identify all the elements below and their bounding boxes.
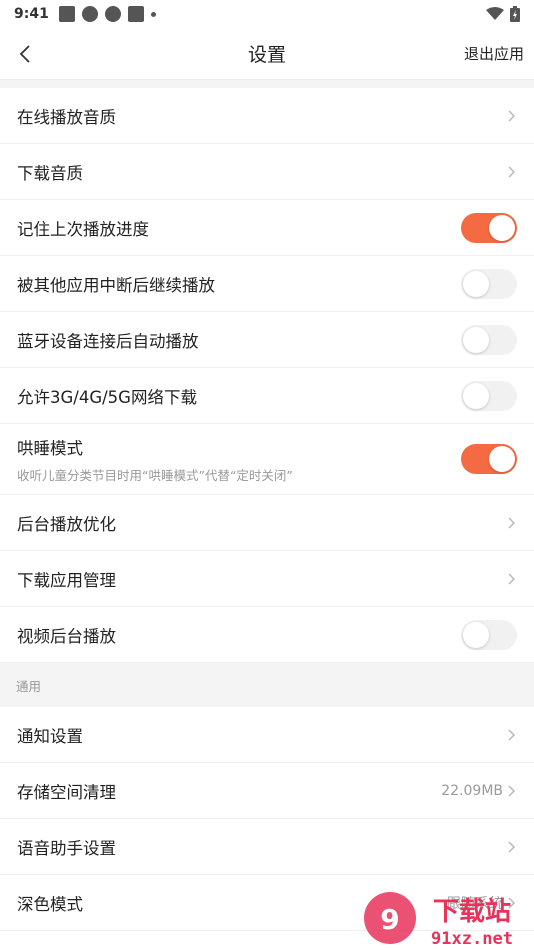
setting-row[interactable]: 记住上次播放进度 [0,200,534,256]
chevron-right-icon [508,110,515,121]
toggle-knob [489,446,515,472]
toggle-switch[interactable] [461,619,517,650]
setting-label: 存储空间清理 [17,782,116,802]
setting-text: 后台播放优化 [17,511,505,535]
setting-row[interactable]: 后台播放优化 [0,495,534,551]
setting-row[interactable]: 语音助手设置 [0,819,534,875]
notification-icons [58,6,156,22]
setting-value: 22.09MB [441,782,503,799]
setting-row[interactable]: 存储空间清理 22.09MB [0,763,534,819]
chevron-right-icon [508,166,515,177]
toggle-switch[interactable] [461,212,517,243]
setting-label: 下载应用管理 [17,570,116,590]
watermark-text: 下载站 [433,897,511,927]
nav-bar: 设置 退出应用 [0,28,534,80]
setting-text: 存储空间清理 [17,779,441,803]
chevron-right-icon [508,517,515,528]
wifi-icon [486,7,504,20]
watermark-logo: 9 下载站 91xz.net [364,892,513,949]
section-general-header: 通用 [0,663,534,707]
setting-label: 在线播放音质 [17,107,116,127]
toggle-switch[interactable] [461,380,517,411]
setting-label: 视频后台播放 [17,626,116,646]
setting-label: 语音助手设置 [17,838,116,858]
exit-app-button[interactable]: 退出应用 [464,43,524,64]
setting-text: 被其他应用中断后继续播放 [17,272,461,296]
battery-icon [510,6,520,22]
settings-list: 在线播放音质 下载音质记住上次播放进度被其他应用中断后继续播放 蓝牙设备连接后自动播… [0,88,534,663]
setting-text: 蓝牙设备连接后自动播放 [17,328,461,352]
setting-label: 被其他应用中断后继续播放 [17,275,215,295]
setting-label: 哄睡模式 [17,438,83,458]
notification-square-icon [127,6,144,22]
watermark-url: 91xz.net [431,929,513,949]
toggle-switch[interactable] [461,268,517,299]
setting-text: 下载音质 [17,160,505,184]
setting-label: 允许3G/4G/5G网络下载 [17,387,197,407]
setting-row[interactable]: 被其他应用中断后继续播放 [0,256,534,312]
toggle-knob [489,214,515,241]
page-title: 设置 [247,44,286,66]
chevron-right-icon [508,785,515,796]
setting-text: 通知设置 [17,723,505,747]
notification-dot-icon [150,11,156,17]
setting-text: 哄睡模式收听儿童分类节目时用“哄睡模式”代替“定时关闭” [17,435,461,484]
notification-gear-icon [81,6,98,22]
svg-text:9: 9 [380,903,399,936]
setting-row[interactable]: 蓝牙设备连接后自动播放 [0,312,534,368]
toggle-knob [463,326,489,353]
chevron-right-icon [508,573,515,584]
setting-text: 允许3G/4G/5G网络下载 [17,384,461,408]
top-gap [0,80,534,88]
setting-label: 蓝牙设备连接后自动播放 [17,331,199,351]
chevron-right-icon [508,729,515,740]
setting-text: 下载应用管理 [17,567,505,591]
toggle-switch[interactable] [461,444,517,474]
status-bar: 9:41 [0,0,534,28]
setting-row[interactable]: 通知设置 [0,707,534,763]
setting-row[interactable]: 视频后台播放 [0,607,534,663]
setting-label: 下载音质 [17,163,83,183]
notification-square-icon [58,6,75,22]
setting-label: 记住上次播放进度 [17,219,149,239]
toggle-switch[interactable] [461,324,517,355]
setting-text: 在线播放音质 [17,104,505,128]
setting-row[interactable]: 在线播放音质 [0,88,534,144]
setting-label: 后台播放优化 [17,514,116,534]
setting-row[interactable]: 允许3G/4G/5G网络下载 [0,368,534,424]
setting-label: 通知设置 [17,726,83,746]
toggle-knob [463,270,489,297]
setting-text: 视频后台播放 [17,623,461,647]
setting-text: 记住上次播放进度 [17,216,461,240]
setting-row[interactable]: 哄睡模式收听儿童分类节目时用“哄睡模式”代替“定时关闭” [0,424,534,495]
setting-description: 收听儿童分类节目时用“哄睡模式”代替“定时关闭” [17,467,293,483]
status-time: 9:41 [14,6,49,22]
setting-row[interactable]: 下载应用管理 [0,551,534,607]
chevron-right-icon [508,841,515,852]
setting-row[interactable]: 下载音质 [0,144,534,200]
toggle-knob [463,621,489,648]
toggle-knob [463,382,489,409]
setting-text: 语音助手设置 [17,835,505,859]
notification-gear-icon [104,6,121,22]
